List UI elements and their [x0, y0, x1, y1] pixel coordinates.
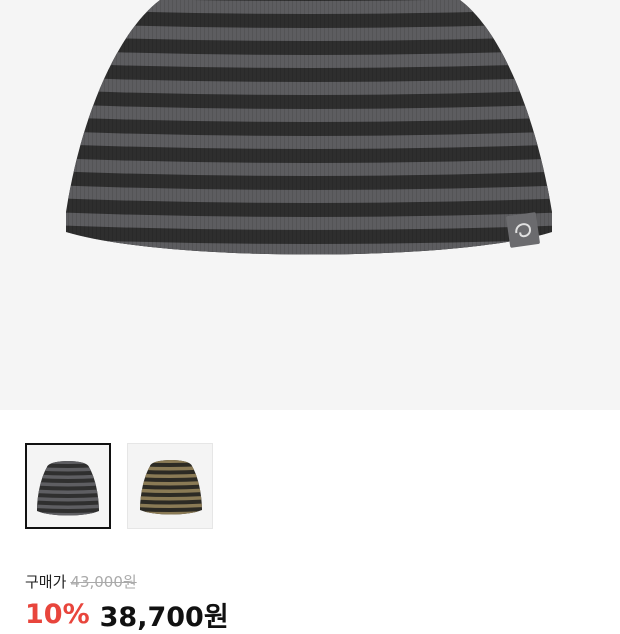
- price-label: 구매가: [25, 572, 67, 591]
- knit-stripe: [27, 519, 109, 524]
- beanie-gray-icon: [27, 461, 109, 524]
- thumbnail-khaki-beanie[interactable]: [127, 443, 213, 529]
- knit-stripe: [128, 518, 212, 523]
- beanie-image: [66, 0, 552, 255]
- beanie-khaki-icon: [128, 460, 212, 523]
- main-product-image[interactable]: [0, 0, 620, 410]
- sale-price-row: 10% 38,700원: [25, 594, 229, 634]
- original-price: 43,000원: [70, 572, 137, 591]
- thumbnail-gray-beanie[interactable]: [25, 443, 111, 529]
- purchase-price-row: 구매가 43,000원: [25, 569, 137, 593]
- sale-price: 38,700원: [99, 601, 229, 633]
- knit-stripe: [37, 461, 99, 464]
- knit-stripe: [140, 460, 202, 463]
- brand-tag-icon: [506, 212, 540, 248]
- discount-rate: 10%: [25, 598, 90, 630]
